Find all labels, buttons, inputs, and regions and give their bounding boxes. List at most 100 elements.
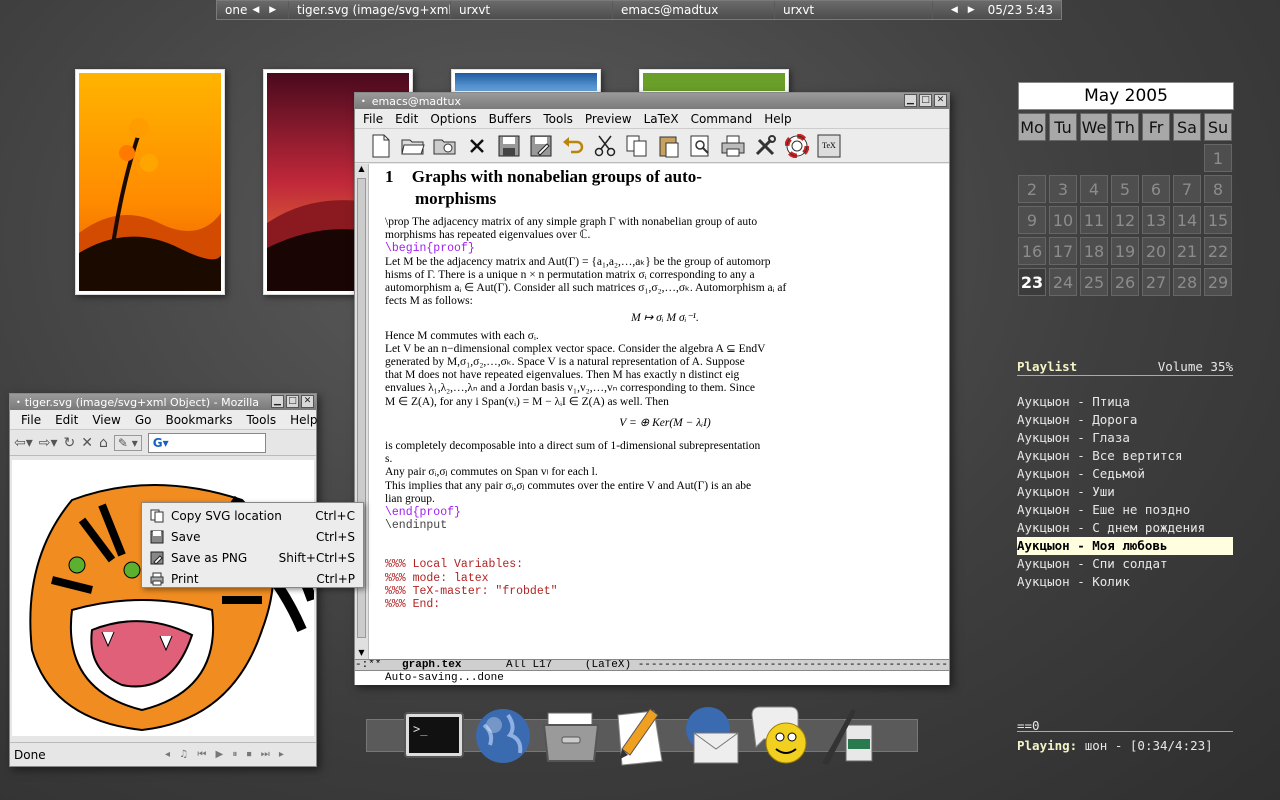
calendar-day[interactable]: 14 xyxy=(1173,206,1201,234)
help-icon[interactable] xyxy=(783,132,811,160)
volume-label[interactable]: Volume 35% xyxy=(1158,358,1233,375)
calendar-day[interactable]: 28 xyxy=(1173,268,1201,296)
mozilla-titlebar[interactable]: • tiger.svg (image/svg+xml Object) - Moz… xyxy=(10,394,316,410)
playlist-track-active[interactable]: Аукцыон - Моя любовь xyxy=(1017,537,1233,555)
calendar-day[interactable]: 25 xyxy=(1080,268,1108,296)
latex-source[interactable]: 1 Graphs with nonabelian groups of auto-… xyxy=(369,164,949,659)
menu-help[interactable]: Help xyxy=(760,112,799,126)
playlist-track[interactable]: Аукцыон - Спи солдат xyxy=(1017,555,1233,573)
reload-icon[interactable]: ↻ xyxy=(64,435,76,451)
terminal-icon[interactable]: >_ xyxy=(403,705,465,767)
copy-svg-location-item[interactable]: Copy SVG location Ctrl+C xyxy=(142,505,363,526)
menu-view[interactable]: View xyxy=(85,413,127,427)
playlist-track[interactable]: Аукцыон - Все вертится xyxy=(1017,447,1233,465)
bookmark-dropdown-icon[interactable]: ✎ ▾ xyxy=(113,434,142,451)
playlist-track[interactable]: Аукцыон - Уши xyxy=(1017,483,1233,501)
save-icon[interactable] xyxy=(495,132,523,160)
modeline-buffer-name[interactable]: graph.tex xyxy=(402,660,461,670)
open-folder-icon[interactable] xyxy=(399,132,427,160)
calendar-day[interactable]: 4 xyxy=(1080,175,1108,203)
save-as-icon[interactable] xyxy=(527,132,555,160)
prev-task-icon[interactable]: ◀ xyxy=(951,5,958,15)
file-manager-icon[interactable] xyxy=(540,705,602,767)
scroll-up-icon[interactable]: ▲ xyxy=(355,164,368,173)
paste-icon[interactable] xyxy=(655,132,683,160)
calendar-day[interactable]: 6 xyxy=(1142,175,1170,203)
calendar-day[interactable]: 29 xyxy=(1204,268,1232,296)
tools-icon[interactable] xyxy=(751,132,779,160)
calendar-day[interactable]: 20 xyxy=(1142,237,1170,265)
workspace-switcher[interactable]: one ◀ ▶ xyxy=(217,1,289,19)
progress-bar[interactable]: ==0 xyxy=(1017,719,1233,732)
task-emacs[interactable]: emacs@madtux xyxy=(613,1,775,19)
modeline-mode[interactable]: (LaTeX) xyxy=(585,660,631,670)
menu-help[interactable]: Help xyxy=(283,413,324,427)
url-input[interactable]: G▾ xyxy=(147,432,266,453)
calendar-day[interactable]: 12 xyxy=(1111,206,1139,234)
calendar-day[interactable]: 3 xyxy=(1049,175,1077,203)
maximize-button[interactable]: □ xyxy=(286,395,299,408)
calendar-day[interactable]: 2 xyxy=(1018,175,1046,203)
search-icon[interactable] xyxy=(687,132,715,160)
playlist-track[interactable]: Аукцыон - Седьмой xyxy=(1017,465,1233,483)
paint-icon[interactable] xyxy=(818,705,880,767)
new-file-icon[interactable] xyxy=(367,132,395,160)
stop-icon[interactable]: ✕ xyxy=(81,435,93,451)
playlist-track[interactable]: Аукцыон - Дорога xyxy=(1017,411,1233,429)
calendar-day[interactable]: 15 xyxy=(1204,206,1232,234)
calendar-day[interactable]: 5 xyxy=(1111,175,1139,203)
save-item[interactable]: Save Ctrl+S xyxy=(142,526,363,547)
copy-icon[interactable] xyxy=(623,132,651,160)
minibuffer[interactable]: Auto-saving...done xyxy=(355,671,949,685)
calendar-day[interactable]: 18 xyxy=(1080,237,1108,265)
calendar-day[interactable]: 19 xyxy=(1111,237,1139,265)
menu-file[interactable]: File xyxy=(359,112,391,126)
menu-command[interactable]: Command xyxy=(687,112,761,126)
close-button[interactable]: ✕ xyxy=(934,94,947,107)
calendar-month[interactable]: May 2005 xyxy=(1018,82,1234,110)
calendar-day[interactable]: 26 xyxy=(1111,268,1139,296)
calendar-day[interactable]: 24 xyxy=(1049,268,1077,296)
menu-file[interactable]: File xyxy=(14,413,48,427)
calendar-day[interactable]: 21 xyxy=(1173,237,1201,265)
search-engine-icon[interactable]: G▾ xyxy=(153,436,169,450)
close-button[interactable]: ✕ xyxy=(301,395,314,408)
print-item[interactable]: Print Ctrl+P xyxy=(142,568,363,589)
playlist-track[interactable]: Аукцыон - Птица xyxy=(1017,393,1233,411)
tex-icon[interactable]: TeX xyxy=(815,132,843,160)
calendar-day[interactable]: 10 xyxy=(1049,206,1077,234)
menu-tools[interactable]: Tools xyxy=(539,112,581,126)
menu-bookmarks[interactable]: Bookmarks xyxy=(158,413,239,427)
menu-buffers[interactable]: Buffers xyxy=(485,112,540,126)
next-task-icon[interactable]: ▶ xyxy=(968,5,975,15)
calendar-day[interactable]: 8 xyxy=(1204,175,1232,203)
calendar-day[interactable]: 22 xyxy=(1204,237,1232,265)
print-icon[interactable] xyxy=(719,132,747,160)
forward-icon[interactable]: ⇨▾ xyxy=(39,435,58,451)
next-workspace-icon[interactable]: ▶ xyxy=(269,5,276,15)
calendar-day[interactable]: 17 xyxy=(1049,237,1077,265)
minimize-button[interactable]: ▁ xyxy=(271,395,284,408)
menu-options[interactable]: Options xyxy=(426,112,484,126)
calendar-day[interactable]: 27 xyxy=(1142,268,1170,296)
playlist-track[interactable]: Аукцыон - Глаза xyxy=(1017,429,1233,447)
calendar-day[interactable]: 1 xyxy=(1204,144,1232,172)
window-menu-icon[interactable]: • xyxy=(361,97,366,106)
task-tiger[interactable]: tiger.svg (image/svg+xml xyxy=(289,1,451,19)
calendar-day[interactable]: 9 xyxy=(1018,206,1046,234)
playlist-track[interactable]: Аукцыон - Еше не поздно xyxy=(1017,501,1233,519)
emacs-buffer[interactable]: ▲ ▼ 1 Graphs with nonabelian groups of a… xyxy=(355,164,949,659)
menu-latex[interactable]: LaTeX xyxy=(640,112,687,126)
save-as-png-item[interactable]: Save as PNG Shift+Ctrl+S xyxy=(142,547,363,568)
calendar-today[interactable]: 23 xyxy=(1018,268,1046,296)
menu-preview[interactable]: Preview xyxy=(581,112,640,126)
text-editor-icon[interactable] xyxy=(610,705,672,767)
menu-edit[interactable]: Edit xyxy=(391,112,426,126)
calendar-day[interactable]: 13 xyxy=(1142,206,1170,234)
open-dir-icon[interactable] xyxy=(431,132,459,160)
cut-icon[interactable] xyxy=(591,132,619,160)
playlist-track[interactable]: Аукцыон - Колик xyxy=(1017,573,1233,591)
calendar-day[interactable]: 7 xyxy=(1173,175,1201,203)
scroll-down-icon[interactable]: ▼ xyxy=(355,648,368,657)
wallpaper-thumbnail-sunset-tree[interactable] xyxy=(75,69,225,295)
